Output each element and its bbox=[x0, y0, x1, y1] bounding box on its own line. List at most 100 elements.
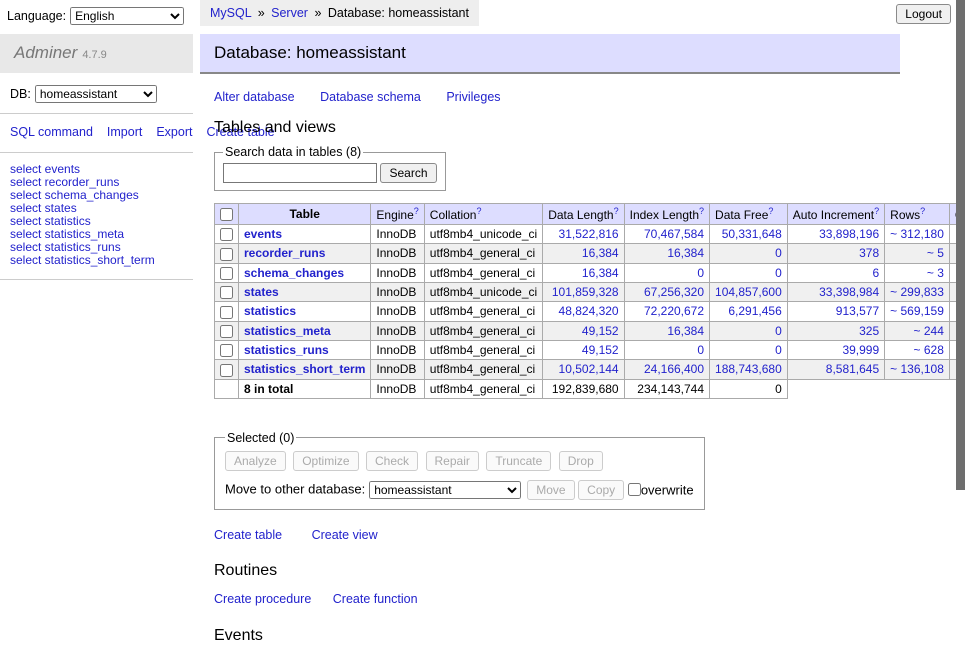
auto-increment-link[interactable]: 8,581,645 bbox=[793, 362, 879, 376]
row-checkbox[interactable] bbox=[220, 267, 233, 280]
scrollbar-thumb[interactable] bbox=[956, 0, 965, 490]
data-length-link[interactable]: 101,859,328 bbox=[548, 285, 618, 299]
auto-increment-help-icon[interactable]: ? bbox=[874, 206, 879, 216]
data-free-link[interactable]: 0 bbox=[715, 324, 782, 338]
data-length-link[interactable]: 49,152 bbox=[548, 324, 618, 338]
auto-increment-link[interactable]: 913,577 bbox=[793, 304, 879, 318]
data-free-link[interactable]: 50,331,648 bbox=[715, 227, 782, 241]
totals-collation: utf8mb4_general_ci bbox=[424, 379, 542, 398]
drop-button[interactable]: Drop bbox=[559, 451, 603, 471]
check-button[interactable]: Check bbox=[366, 451, 418, 471]
table-name-link[interactable]: statistics_short_term bbox=[244, 362, 365, 376]
auto-increment-link[interactable]: 325 bbox=[793, 324, 879, 338]
data-free-link[interactable]: 188,743,680 bbox=[715, 362, 782, 376]
table-name-link[interactable]: schema_changes bbox=[244, 266, 344, 280]
row-checkbox[interactable] bbox=[220, 228, 233, 241]
repair-button[interactable]: Repair bbox=[426, 451, 479, 471]
auto-increment-link[interactable]: 39,999 bbox=[793, 343, 879, 357]
search-input[interactable] bbox=[223, 163, 377, 183]
rows-help-icon[interactable]: ? bbox=[920, 206, 925, 216]
index-length-link[interactable]: 67,256,320 bbox=[630, 285, 704, 299]
db-select[interactable]: homeassistant bbox=[35, 85, 157, 103]
auto-increment-link[interactable]: 33,398,984 bbox=[793, 285, 879, 299]
rows-count-link[interactable]: ~ 628 bbox=[890, 343, 944, 357]
table-name-link[interactable]: recorder_runs bbox=[244, 246, 325, 260]
table-name-link[interactable]: statistics bbox=[244, 304, 296, 318]
row-checkbox[interactable] bbox=[220, 364, 233, 377]
truncate-button[interactable]: Truncate bbox=[486, 451, 551, 471]
analyze-button[interactable]: Analyze bbox=[225, 451, 286, 471]
index-length-help-icon[interactable]: ? bbox=[699, 206, 704, 216]
create-table-link[interactable]: Create table bbox=[214, 528, 282, 542]
rows-count-link[interactable]: ~ 5 bbox=[890, 246, 944, 260]
data-free-help-icon[interactable]: ? bbox=[768, 206, 773, 216]
app-logo: Adminer4.7.9 bbox=[0, 34, 193, 73]
data-length-link[interactable]: 31,522,816 bbox=[548, 227, 618, 241]
table-name-link[interactable]: states bbox=[244, 285, 279, 299]
logout-button[interactable]: Logout bbox=[896, 4, 951, 24]
breadcrumb-mysql-link[interactable]: MySQL bbox=[210, 6, 251, 20]
database-nav-links: Alter database Database schema Privilege… bbox=[214, 90, 956, 104]
rows-count-link[interactable]: ~ 312,180 bbox=[890, 227, 944, 241]
data-length-link[interactable]: 48,824,320 bbox=[548, 304, 618, 318]
rows-count-link[interactable]: ~ 569,159 bbox=[890, 304, 944, 318]
auto-increment-link[interactable]: 378 bbox=[793, 246, 879, 260]
create-function-link[interactable]: Create function bbox=[333, 592, 418, 606]
table-name-link[interactable]: statistics_meta bbox=[244, 324, 331, 338]
data-length-link[interactable]: 16,384 bbox=[548, 246, 618, 260]
privileges-link[interactable]: Privileges bbox=[446, 90, 500, 104]
row-checkbox[interactable] bbox=[220, 344, 233, 357]
move-database-select[interactable]: homeassistant bbox=[369, 481, 521, 499]
vertical-scrollbar[interactable] bbox=[956, 0, 966, 543]
data-free-link[interactable]: 104,857,600 bbox=[715, 285, 782, 299]
row-checkbox[interactable] bbox=[220, 325, 233, 338]
data-free-link[interactable]: 0 bbox=[715, 266, 782, 280]
rows-count-link[interactable]: ~ 3 bbox=[890, 266, 944, 280]
optimize-button[interactable]: Optimize bbox=[293, 451, 358, 471]
database-schema-link[interactable]: Database schema bbox=[320, 90, 421, 104]
select-all-checkbox[interactable] bbox=[220, 208, 233, 221]
col-header-auto-increment: Auto Increment? bbox=[787, 204, 884, 225]
table-name-link[interactable]: statistics_runs bbox=[244, 343, 329, 357]
data-free-link[interactable]: 0 bbox=[715, 246, 782, 260]
index-length-link[interactable]: 24,166,400 bbox=[630, 362, 704, 376]
sidebar-link-import[interactable]: Import bbox=[107, 125, 142, 139]
sidebar-link-export[interactable]: Export bbox=[156, 125, 192, 139]
index-length-link[interactable]: 72,220,672 bbox=[630, 304, 704, 318]
rows-count-link[interactable]: ~ 136,108 bbox=[890, 362, 944, 376]
table-name-link[interactable]: events bbox=[244, 227, 282, 241]
data-free-link[interactable]: 0 bbox=[715, 343, 782, 357]
auto-increment-link[interactable]: 33,898,196 bbox=[793, 227, 879, 241]
sidebar-link-sql-command[interactable]: SQL command bbox=[10, 125, 93, 139]
data-length-link[interactable]: 16,384 bbox=[548, 266, 618, 280]
create-procedure-link[interactable]: Create procedure bbox=[214, 592, 311, 606]
row-checkbox[interactable] bbox=[220, 248, 233, 261]
data-free-link[interactable]: 6,291,456 bbox=[715, 304, 782, 318]
index-length-link[interactable]: 70,467,584 bbox=[630, 227, 704, 241]
copy-button[interactable]: Copy bbox=[578, 480, 624, 500]
data-length-help-icon[interactable]: ? bbox=[614, 206, 619, 216]
breadcrumb-server-link[interactable]: Server bbox=[271, 6, 308, 20]
index-length-link[interactable]: 16,384 bbox=[630, 324, 704, 338]
breadcrumb: MySQL » Server » Database: homeassistant bbox=[200, 0, 479, 26]
data-length-link[interactable]: 49,152 bbox=[548, 343, 618, 357]
language-select[interactable]: English bbox=[70, 7, 184, 25]
move-button[interactable]: Move bbox=[527, 480, 574, 500]
collation-help-icon[interactable]: ? bbox=[476, 206, 481, 216]
alter-database-link[interactable]: Alter database bbox=[214, 90, 295, 104]
index-length-link[interactable]: 0 bbox=[630, 266, 704, 280]
data-length-link[interactable]: 10,502,144 bbox=[548, 362, 618, 376]
overwrite-checkbox[interactable] bbox=[628, 483, 641, 496]
rows-count-link[interactable]: ~ 299,833 bbox=[890, 285, 944, 299]
index-length-link[interactable]: 0 bbox=[630, 343, 704, 357]
sidebar-select-link-statistics-short-term[interactable]: select statistics_short_term bbox=[10, 254, 193, 267]
create-view-link[interactable]: Create view bbox=[312, 528, 378, 542]
index-length-link[interactable]: 16,384 bbox=[630, 246, 704, 260]
row-checkbox[interactable] bbox=[220, 306, 233, 319]
engine-help-icon[interactable]: ? bbox=[414, 206, 419, 216]
rows-count-link[interactable]: ~ 244 bbox=[890, 324, 944, 338]
row-checkbox[interactable] bbox=[220, 286, 233, 299]
auto-increment-link[interactable]: 6 bbox=[793, 266, 879, 280]
search-button[interactable]: Search bbox=[380, 163, 436, 183]
collation-cell: utf8mb4_general_ci bbox=[424, 340, 542, 359]
